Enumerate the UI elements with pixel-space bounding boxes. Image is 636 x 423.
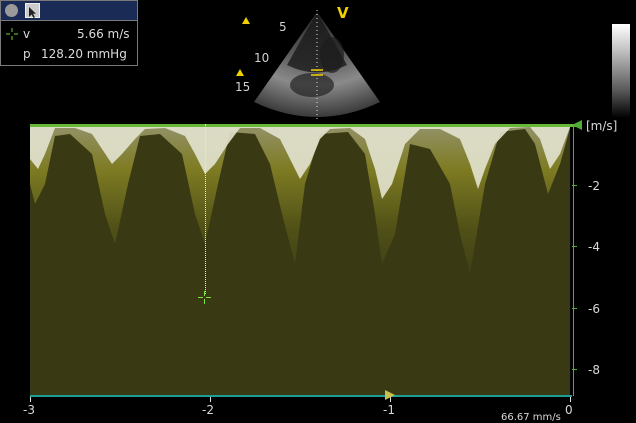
- time-marker-icon: [385, 390, 395, 400]
- depth-label-10: 10: [254, 51, 270, 65]
- x-tick-label: -1: [383, 403, 395, 417]
- y-tick: [572, 308, 577, 309]
- measurement-crosshair-icon[interactable]: [198, 291, 211, 304]
- y-tick: [572, 369, 577, 370]
- measurement-toolbar: [1, 1, 137, 21]
- y-tick-label: -6: [588, 302, 600, 316]
- cursor-line[interactable]: [205, 124, 207, 294]
- x-tick: [570, 397, 571, 402]
- x-tick: [30, 397, 31, 402]
- depth-label-15: 15: [235, 80, 251, 94]
- pressure-value: 128.20 mmHg: [41, 47, 127, 61]
- spectrum-top-border: [30, 124, 578, 127]
- view-marker: V: [337, 4, 349, 22]
- x-tick-label: -2: [202, 403, 214, 417]
- velocity-label: v: [23, 27, 31, 41]
- y-tick: [572, 185, 577, 186]
- x-tick: [210, 397, 211, 402]
- velocity-axis: [573, 126, 574, 396]
- y-tick-label: -2: [588, 179, 600, 193]
- measurement-panel: v 5.66 m/s p 128.20 mmHg: [0, 0, 138, 66]
- pressure-label: p: [23, 47, 31, 61]
- doppler-spectrum: [30, 124, 570, 396]
- record-icon[interactable]: [5, 4, 18, 17]
- velocity-unit-label: [m/s]: [586, 119, 618, 133]
- depth-label-5: 5: [279, 20, 287, 34]
- x-tick-label: 0: [565, 403, 573, 417]
- crosshair-icon: [6, 28, 18, 40]
- grayscale-bar: [612, 24, 630, 118]
- y-tick-label: -4: [588, 240, 600, 254]
- time-baseline: [30, 395, 572, 397]
- x-tick-label: -3: [23, 403, 35, 417]
- baseline-marker-icon[interactable]: [572, 120, 582, 130]
- echo-sector-view: 5 10 15 V: [232, 0, 402, 124]
- y-tick: [572, 246, 577, 247]
- y-tick-label: -8: [588, 363, 600, 377]
- doppler-waveform: [30, 124, 570, 396]
- pointer-icon[interactable]: [25, 3, 40, 18]
- sweep-speed-label: 66.67 mm/s: [501, 412, 561, 423]
- velocity-value: 5.66 m/s: [77, 27, 130, 41]
